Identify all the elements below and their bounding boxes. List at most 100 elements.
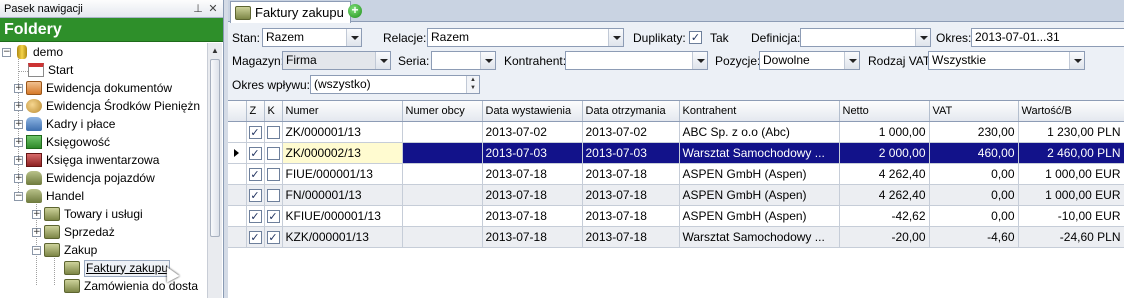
tree-node-ksiega-inwentarzowa[interactable]: + Księga inwentarzowa	[14, 151, 159, 169]
okres-input[interactable]: 2013-07-01...31	[971, 28, 1124, 47]
close-icon[interactable]: ✕	[206, 2, 220, 16]
table-row[interactable]: ✓ FIUE/000001/13 2013-07-18 2013-07-18 ASPEN…	[228, 163, 1124, 185]
tree-node-ewidencja-pojazdow[interactable]: + Ewidencja pojazdów	[14, 169, 155, 187]
row-indicator-cell[interactable]	[228, 163, 247, 185]
tree-node-zakup[interactable]: − Zakup	[32, 241, 97, 259]
kontrahent-select[interactable]	[565, 51, 708, 70]
definicja-select[interactable]	[800, 28, 931, 47]
netto-cell[interactable]: 4 262,40	[839, 163, 930, 185]
kontrahent-cell[interactable]: ASPEN GmbH (Aspen)	[679, 184, 840, 206]
tree-node-faktury-zakupu[interactable]: Faktury zakupu	[64, 259, 171, 277]
netto-cell[interactable]: -20,00	[839, 226, 930, 248]
numer-cell[interactable]: FN/000001/13	[282, 184, 403, 206]
spin-up-icon[interactable]: ▲	[470, 77, 476, 83]
tree-node-start[interactable]: Start	[28, 61, 73, 79]
k-checkbox-cell[interactable]	[264, 121, 283, 143]
data-wystawienia-cell[interactable]: 2013-07-18	[482, 184, 583, 206]
row-checkbox[interactable]	[266, 188, 280, 202]
expand-icon[interactable]: +	[14, 137, 23, 147]
netto-cell[interactable]: 1 000,00	[839, 121, 930, 143]
wartosc-cell[interactable]: -10,00 EUR	[1018, 205, 1124, 227]
numer-obcy-cell[interactable]	[402, 184, 483, 206]
tree-node-kadry[interactable]: + Kadry i płace	[14, 115, 115, 133]
chevron-down-icon[interactable]	[915, 29, 930, 46]
column-header-numer-obcy[interactable]: Numer obcy	[402, 101, 483, 122]
scrollbar-thumb[interactable]	[210, 59, 220, 237]
data-otrzymania-cell[interactable]: 2013-07-18	[582, 205, 680, 227]
pozycje-select[interactable]: Dowolne	[759, 51, 860, 70]
row-checkbox[interactable]: ✓	[266, 209, 280, 223]
wartosc-cell[interactable]: 2 460,00 PLN	[1018, 142, 1124, 164]
k-checkbox-cell[interactable]: ✓	[264, 205, 283, 227]
numer-obcy-cell[interactable]	[402, 205, 483, 227]
netto-cell[interactable]: 2 000,00	[839, 142, 930, 164]
chevron-down-icon[interactable]	[692, 52, 707, 69]
column-header-netto[interactable]: Netto	[839, 101, 930, 122]
data-wystawienia-cell[interactable]: 2013-07-18	[482, 205, 583, 227]
chevron-down-icon[interactable]	[375, 52, 390, 69]
column-header-wartosc[interactable]: Wartość/B	[1018, 101, 1124, 122]
row-indicator-cell[interactable]	[228, 226, 247, 248]
data-wystawienia-cell[interactable]: 2013-07-03	[482, 142, 583, 164]
row-checkbox[interactable]: ✓	[248, 167, 262, 181]
kontrahent-cell[interactable]: Warsztat Samochodowy ...	[679, 142, 840, 164]
vat-cell[interactable]: -4,60	[929, 226, 1019, 248]
table-row[interactable]: ✓ ✓ KFIUE/000001/13 2013-07-18 2013-07-18 ASP…	[228, 205, 1124, 227]
data-otrzymania-cell[interactable]: 2013-07-02	[582, 121, 680, 143]
chevron-down-icon[interactable]	[844, 52, 859, 69]
z-checkbox-cell[interactable]: ✓	[246, 121, 265, 143]
kontrahent-cell[interactable]: ASPEN GmbH (Aspen)	[679, 163, 840, 185]
chevron-down-icon[interactable]	[480, 52, 495, 69]
numer-obcy-cell[interactable]	[402, 163, 483, 185]
data-wystawienia-cell[interactable]: 2013-07-18	[482, 226, 583, 248]
data-wystawienia-cell[interactable]: 2013-07-02	[482, 121, 583, 143]
collapse-icon[interactable]: −	[14, 191, 23, 201]
expand-icon[interactable]: +	[32, 227, 41, 237]
numer-obcy-cell[interactable]	[402, 121, 483, 143]
k-checkbox-cell[interactable]	[264, 184, 283, 206]
expand-icon[interactable]: +	[14, 101, 23, 111]
table-row[interactable]: ✓ FN/000001/13 2013-07-18 2013-07-18 ASPEN G…	[228, 184, 1124, 206]
column-header-kontrahent[interactable]: Kontrahent	[679, 101, 840, 122]
column-header-vat[interactable]: VAT	[929, 101, 1019, 122]
numer-cell[interactable]: KFIUE/000001/13	[282, 205, 403, 227]
row-checkbox[interactable]: ✓	[266, 230, 280, 244]
numer-cell[interactable]: ZK/000002/13	[282, 142, 403, 164]
z-checkbox-cell[interactable]: ✓	[246, 184, 265, 206]
z-checkbox-cell[interactable]: ✓	[246, 205, 265, 227]
tree-node-ksiegowosc[interactable]: + Księgowość	[14, 133, 110, 151]
tree-node-sprzedaz[interactable]: + Sprzedaż	[32, 223, 115, 241]
tree-node-demo[interactable]: − demo	[2, 43, 63, 61]
duplikaty-checkbox[interactable]: ✓	[689, 31, 702, 44]
seria-select[interactable]	[431, 51, 496, 70]
stan-select[interactable]: Razem	[262, 28, 362, 47]
tab-faktury-zakupu[interactable]: Faktury zakupu	[230, 1, 351, 23]
vat-cell[interactable]: 230,00	[929, 121, 1019, 143]
data-otrzymania-cell[interactable]: 2013-07-18	[582, 226, 680, 248]
table-row[interactable]: ✓ ZK/000002/13 2013-07-03 2013-07-03 Warszta…	[228, 142, 1124, 164]
numer-obcy-cell[interactable]	[402, 226, 483, 248]
chevron-down-icon[interactable]	[1069, 52, 1084, 69]
row-checkbox[interactable]: ✓	[248, 146, 262, 160]
numer-cell[interactable]: ZK/000001/13	[282, 121, 403, 143]
collapse-icon[interactable]: −	[32, 245, 41, 255]
column-header-z[interactable]: Z	[246, 101, 265, 122]
expand-icon[interactable]: +	[14, 119, 23, 129]
numer-cell[interactable]: KZK/000001/13	[282, 226, 403, 248]
row-checkbox[interactable]	[266, 167, 280, 181]
z-checkbox-cell[interactable]: ✓	[246, 142, 265, 164]
kontrahent-cell[interactable]: Warsztat Samochodowy ...	[679, 226, 840, 248]
netto-cell[interactable]: 4 262,40	[839, 184, 930, 206]
table-row[interactable]: ✓ ZK/000001/13 2013-07-02 2013-07-02 ABC Sp.…	[228, 121, 1124, 143]
data-otrzymania-cell[interactable]: 2013-07-18	[582, 184, 680, 206]
spin-buttons[interactable]: ▲ ▼	[466, 76, 479, 93]
expand-icon[interactable]: +	[14, 173, 23, 183]
wartosc-cell[interactable]: 1 000,00 EUR	[1018, 184, 1124, 206]
kontrahent-cell[interactable]: ASPEN GmbH (Aspen)	[679, 205, 840, 227]
relacje-select[interactable]: Razem	[427, 28, 624, 47]
netto-cell[interactable]: -42,62	[839, 205, 930, 227]
table-row[interactable]: ✓ ✓ KZK/000001/13 2013-07-18 2013-07-18 Warsz…	[228, 226, 1124, 248]
row-checkbox[interactable]: ✓	[248, 230, 262, 244]
okres-wplywu-input[interactable]: (wszystko) ▲ ▼	[310, 75, 480, 94]
numer-obcy-cell[interactable]	[402, 142, 483, 164]
